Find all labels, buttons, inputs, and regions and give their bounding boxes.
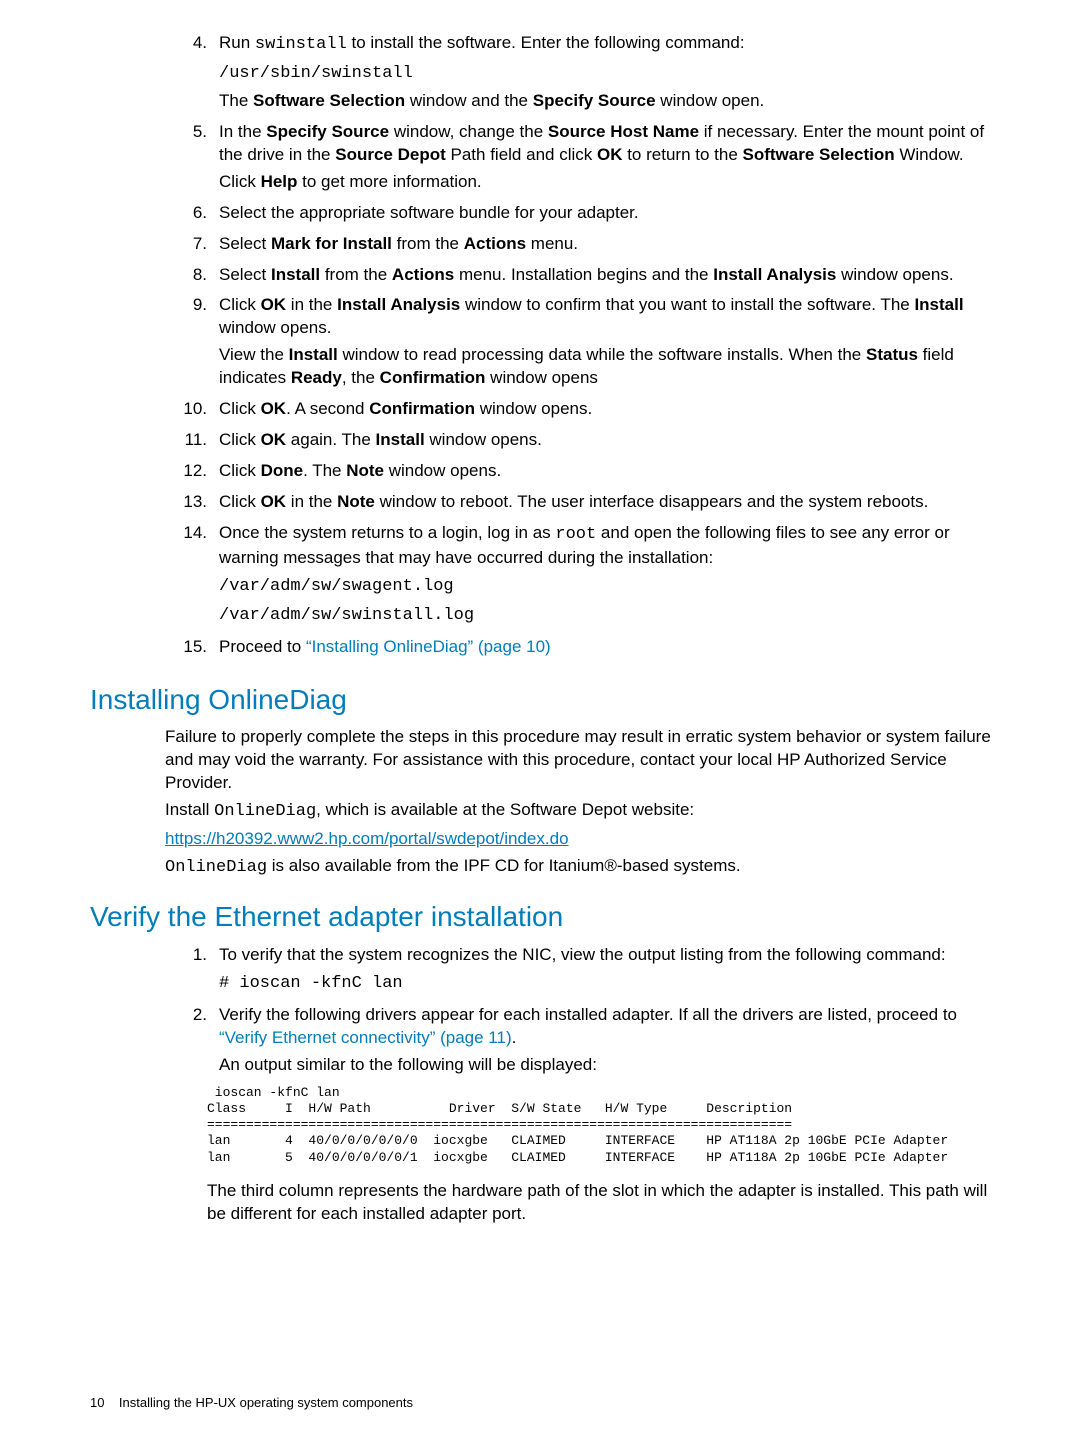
list-number: 8.: [165, 264, 219, 291]
list-line: Select Install from the Actions menu. In…: [219, 264, 1000, 287]
list-number: 10.: [165, 398, 219, 425]
list-item: 2.Verify the following drivers appear fo…: [165, 1004, 1000, 1081]
list-item: 8.Select Install from the Actions menu. …: [165, 264, 1000, 291]
list-line: Click OK again. The Install window opens…: [219, 429, 1000, 452]
list-line: Verify the following drivers appear for …: [219, 1004, 1000, 1050]
list-item: 11.Click OK again. The Install window op…: [165, 429, 1000, 456]
list-number: 9.: [165, 294, 219, 394]
list-body: Proceed to “Installing OnlineDiag” (page…: [219, 636, 1000, 663]
list-body: Select Install from the Actions menu. In…: [219, 264, 1000, 291]
list-body: To verify that the system recognizes the…: [219, 944, 1000, 1000]
list-line: Once the system returns to a login, log …: [219, 522, 1000, 570]
list-line: The Software Selection window and the Sp…: [219, 90, 1000, 113]
list-line: Click Done. The Note window opens.: [219, 460, 1000, 483]
heading-verify-adapter: Verify the Ethernet adapter installation: [90, 898, 1000, 936]
list-number: 6.: [165, 202, 219, 229]
list-number: 2.: [165, 1004, 219, 1081]
paragraph: Install OnlineDiag, which is available a…: [165, 799, 1000, 824]
list-body: Click OK in the Install Analysis window …: [219, 294, 1000, 394]
install-steps-list: 4.Run swinstall to install the software.…: [90, 32, 1000, 663]
list-body: Run swinstall to install the software. E…: [219, 32, 1000, 117]
paragraph: OnlineDiag is also available from the IP…: [165, 855, 1000, 880]
list-line: Select Mark for Install from the Actions…: [219, 233, 1000, 256]
paragraph: Failure to properly complete the steps i…: [165, 726, 1000, 795]
ioscan-output-block: ioscan -kfnC lan Class I H/W Path Driver…: [90, 1085, 1000, 1226]
list-number: 12.: [165, 460, 219, 487]
list-line: Run swinstall to install the software. E…: [219, 32, 1000, 57]
list-number: 14.: [165, 522, 219, 632]
list-body: Select Mark for Install from the Actions…: [219, 233, 1000, 260]
list-line: View the Install window to read processi…: [219, 344, 1000, 390]
list-item: 5.In the Specify Source window, change t…: [165, 121, 1000, 198]
list-item: 10.Click OK. A second Confirmation windo…: [165, 398, 1000, 425]
list-number: 1.: [165, 944, 219, 1000]
list-number: 7.: [165, 233, 219, 260]
list-body: In the Specify Source window, change the…: [219, 121, 1000, 198]
list-line: # ioscan -kfnC lan: [219, 971, 1000, 996]
list-line: /var/adm/sw/swinstall.log: [219, 603, 1000, 628]
paragraph: https://h20392.www2.hp.com/portal/swdepo…: [165, 828, 1000, 851]
list-item: 13.Click OK in the Note window to reboot…: [165, 491, 1000, 518]
heading-installing-onlinediag: Installing OnlineDiag: [90, 681, 1000, 719]
list-line: Click OK. A second Confirmation window o…: [219, 398, 1000, 421]
list-line: Click OK in the Note window to reboot. T…: [219, 491, 1000, 514]
list-item: 7.Select Mark for Install from the Actio…: [165, 233, 1000, 260]
list-item: 14.Once the system returns to a login, l…: [165, 522, 1000, 632]
list-number: 15.: [165, 636, 219, 663]
list-item: 15.Proceed to “Installing OnlineDiag” (p…: [165, 636, 1000, 663]
list-body: Click Done. The Note window opens.: [219, 460, 1000, 487]
page-number: 10: [90, 1395, 104, 1410]
list-number: 5.: [165, 121, 219, 198]
list-line: /var/adm/sw/swagent.log: [219, 574, 1000, 599]
footer-title: Installing the HP-UX operating system co…: [119, 1395, 413, 1410]
list-item: 6.Select the appropriate software bundle…: [165, 202, 1000, 229]
list-line: In the Specify Source window, change the…: [219, 121, 1000, 167]
list-line: An output similar to the following will …: [219, 1054, 1000, 1077]
list-line: Select the appropriate software bundle f…: [219, 202, 1000, 225]
onlinediag-section: Failure to properly complete the steps i…: [90, 726, 1000, 880]
list-body: Click OK. A second Confirmation window o…: [219, 398, 1000, 425]
list-item: 9.Click OK in the Install Analysis windo…: [165, 294, 1000, 394]
ioscan-output: ioscan -kfnC lan Class I H/W Path Driver…: [207, 1085, 1000, 1166]
list-number: 11.: [165, 429, 219, 456]
closing-paragraph: The third column represents the hardware…: [207, 1180, 1000, 1226]
list-line: Click Help to get more information.: [219, 171, 1000, 194]
verify-steps-list: 1.To verify that the system recognizes t…: [90, 944, 1000, 1081]
list-number: 4.: [165, 32, 219, 117]
page-footer: 10 Installing the HP-UX operating system…: [90, 1394, 413, 1412]
list-number: 13.: [165, 491, 219, 518]
list-body: Verify the following drivers appear for …: [219, 1004, 1000, 1081]
list-line: Proceed to “Installing OnlineDiag” (page…: [219, 636, 1000, 659]
list-body: Select the appropriate software bundle f…: [219, 202, 1000, 229]
list-body: Click OK in the Note window to reboot. T…: [219, 491, 1000, 518]
list-line: /usr/sbin/swinstall: [219, 61, 1000, 86]
list-line: Click OK in the Install Analysis window …: [219, 294, 1000, 340]
list-body: Click OK again. The Install window opens…: [219, 429, 1000, 456]
list-item: 12.Click Done. The Note window opens.: [165, 460, 1000, 487]
list-line: To verify that the system recognizes the…: [219, 944, 1000, 967]
list-body: Once the system returns to a login, log …: [219, 522, 1000, 632]
list-item: 1.To verify that the system recognizes t…: [165, 944, 1000, 1000]
list-item: 4.Run swinstall to install the software.…: [165, 32, 1000, 117]
